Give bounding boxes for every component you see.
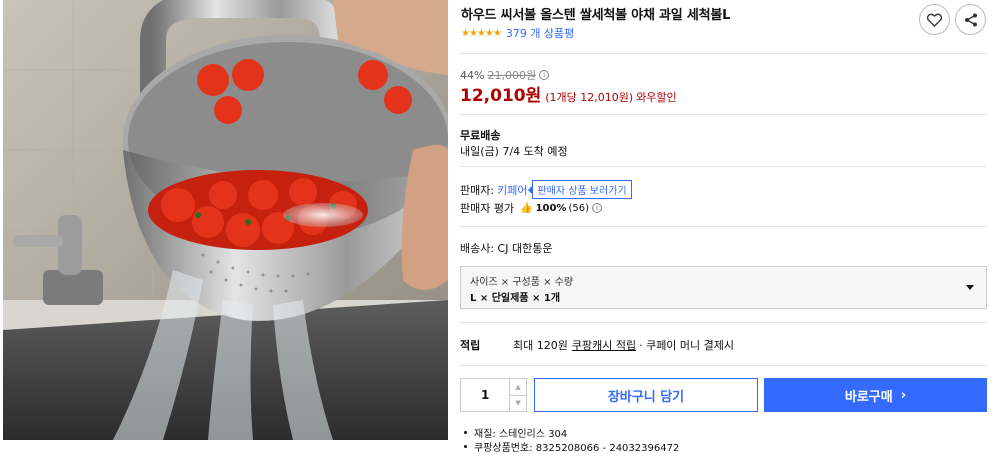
- points-label: 적립: [460, 339, 481, 352]
- unit-price: (1개당 12,010원): [545, 91, 634, 104]
- sale-price: 12,010원: [460, 86, 542, 106]
- product-title: 하우드 씨서볼 올스텐 쌀세척볼 야채 과일 세척볼L: [461, 8, 731, 23]
- add-to-cart-button[interactable]: 장바구니 담기: [534, 378, 758, 412]
- price-row: 12,010원 (1개당 12,010원) 와우할인: [460, 81, 677, 106]
- caret-down-icon: [966, 285, 974, 290]
- quantity-input[interactable]: 1: [461, 379, 510, 411]
- arrival-date: 내일(금) 7/4 도착 예정: [460, 145, 568, 158]
- quantity-decrease-button[interactable]: ▼: [510, 396, 526, 412]
- chevron-right-icon: ›: [900, 387, 907, 403]
- shipping-label: 무료배송: [460, 129, 501, 142]
- spec-list: 재질: 스테인리스 304 쿠팡상품번호: 8325208066 - 24032…: [464, 425, 679, 454]
- product-image[interactable]: [3, 0, 448, 440]
- seller-rating-label: 판매자 평가: [460, 202, 515, 215]
- seller-rating-percent: 100%: [535, 202, 567, 214]
- buy-now-label: 바로구매: [844, 389, 893, 405]
- wishlist-button[interactable]: [919, 4, 950, 35]
- points-amount: 최대 120원: [513, 339, 568, 352]
- seller-rating-count: (56): [568, 202, 589, 214]
- option-header: 사이즈 × 구성품 × 수량: [470, 277, 574, 288]
- quantity-increase-button[interactable]: ▲: [510, 379, 526, 396]
- spec-item: 재질: 스테인리스 304: [464, 425, 679, 440]
- points-condition: · 쿠페이 머니 결제시: [639, 339, 735, 352]
- seller-name-link[interactable]: 키페어: [497, 182, 527, 198]
- heart-icon: [927, 13, 942, 27]
- info-icon[interactable]: i: [539, 70, 550, 80]
- spec-item: 쿠팡상품번호: 8325208066 - 24032396472: [464, 439, 679, 454]
- share-button[interactable]: [955, 4, 986, 35]
- product-photo: [3, 0, 448, 440]
- divider: [460, 166, 987, 167]
- share-icon: [964, 13, 977, 26]
- discount-rate: 44%: [460, 68, 485, 82]
- seller-rating: 판매자 평가 👍 100% (56) i: [460, 200, 602, 216]
- seller-label: 판매자:: [460, 183, 495, 197]
- option-selected-value: L × 단일제품 × 1개: [470, 293, 561, 304]
- divider: [460, 322, 987, 323]
- wow-discount-label: 와우할인: [636, 91, 677, 104]
- seller-row: 판매자: 키페어 판매자 상품 보러가기: [460, 180, 632, 199]
- star-rating: ★★★★★: [461, 27, 502, 39]
- buy-now-button[interactable]: 바로구매 ›: [764, 378, 987, 412]
- divider: [460, 53, 987, 54]
- option-dropdown[interactable]: 사이즈 × 구성품 × 수량 L × 단일제품 × 1개: [460, 266, 987, 309]
- courier-info: 배송사: CJ 대한통운: [460, 242, 553, 255]
- quantity-stepper[interactable]: 1 ▲ ▼: [460, 378, 527, 412]
- thumbs-up-icon: 👍: [520, 202, 533, 214]
- divider: [460, 226, 987, 227]
- divider: [460, 365, 987, 366]
- coupang-cash-link[interactable]: 쿠팡캐시 적립: [572, 337, 636, 353]
- quantity-steps: ▲ ▼: [509, 379, 526, 411]
- seller-products-link[interactable]: 판매자 상품 보러가기: [528, 180, 632, 199]
- divider: [460, 114, 987, 115]
- review-count-link[interactable]: 379 개 상품평: [506, 25, 574, 41]
- product-info-panel: 하우드 씨서볼 올스텐 쌀세척볼 야채 과일 세척볼L ★★★★★ 379 개 …: [460, 0, 988, 458]
- info-icon[interactable]: i: [592, 203, 602, 213]
- rating-summary[interactable]: ★★★★★ 379 개 상품평: [461, 25, 574, 41]
- points-row: 적립 최대 120원 쿠팡캐시 적립 · 쿠페이 머니 결제시: [460, 337, 734, 353]
